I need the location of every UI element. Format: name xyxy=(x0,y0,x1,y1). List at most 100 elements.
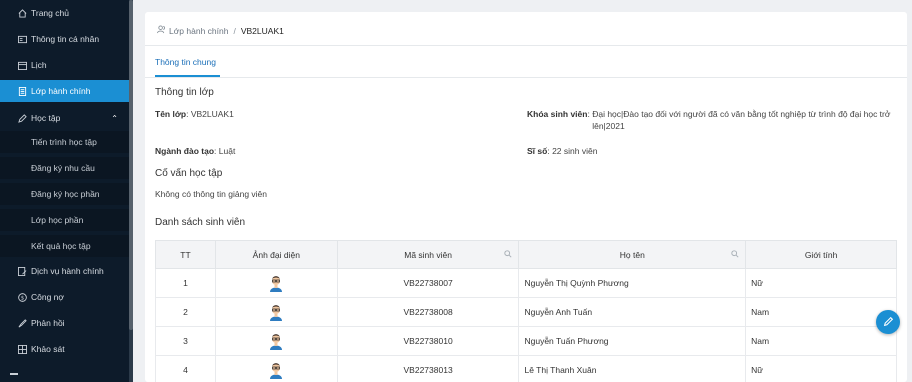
sidebar-subitem-label: Lớp học phần xyxy=(31,215,84,225)
sidebar-subitem-register[interactable]: Đăng ký học phần xyxy=(0,183,130,205)
id-card-icon xyxy=(16,35,28,44)
class-name-label: Tên lớp xyxy=(155,109,187,119)
cell-name: Nguyễn Thị Quỳnh Phương xyxy=(518,268,747,298)
avatar xyxy=(269,332,283,350)
sidebar-subitem-label: Kết quả học tập xyxy=(31,241,91,251)
pencil-icon xyxy=(883,316,894,329)
avatar xyxy=(269,274,283,292)
col-header-name: Họ tên xyxy=(518,240,747,269)
sidebar-subitem-course-class[interactable]: Lớp học phần xyxy=(0,209,130,231)
sidebar-scrollbar-thumb[interactable] xyxy=(129,0,133,330)
advisor-title: Cố vấn học tập xyxy=(155,168,223,179)
sidebar-subitem-label: Tiến trình học tập xyxy=(31,137,97,147)
major-value: Luật xyxy=(218,146,236,156)
table-row[interactable]: 1 VB22738007 Nguyễn Thị Quỳnh Phương Nữ xyxy=(155,268,897,298)
svg-text:$: $ xyxy=(20,295,23,301)
col-header-avatar: Ảnh đại diện xyxy=(214,240,338,269)
cell-gender: Nam xyxy=(745,326,897,356)
cell-student-id: VB22738013 xyxy=(336,355,520,382)
cell-no: 1 xyxy=(155,268,216,298)
divider xyxy=(145,45,907,46)
tab-general-info[interactable]: Thông tin chung xyxy=(155,57,216,67)
table-row[interactable]: 3 VB22738010 Nguyễn Tuấn Phương Nam xyxy=(155,326,897,356)
dollar-circle-icon: $ xyxy=(16,292,28,302)
breadcrumb: Lớp hành chính / VB2LUAK1 xyxy=(157,25,284,36)
sidebar-item-survey[interactable]: Khảo sát xyxy=(0,338,130,360)
size-label: Sĩ số xyxy=(527,146,548,156)
students-title: Danh sách sinh viên xyxy=(155,217,246,228)
avatar xyxy=(269,303,283,321)
breadcrumb-separator: / xyxy=(233,25,236,36)
sidebar-item-profile[interactable]: Thông tin cá nhân xyxy=(0,28,130,50)
sidebar-item-home[interactable]: Trang chủ xyxy=(0,2,130,24)
cell-avatar xyxy=(214,268,338,298)
sidebar-item-class[interactable]: Lớp hành chính xyxy=(0,80,130,102)
size-field: Sĩ số: 22 sinh viên xyxy=(527,145,597,157)
sidebar-item-feedback[interactable]: Phản hồi xyxy=(0,312,130,334)
cell-name: Lê Thị Thanh Xuân xyxy=(518,355,747,382)
sidebar-subitem-progress[interactable]: Tiến trình học tập xyxy=(0,131,130,153)
table-header-row: TT Ảnh đại diện Mã sinh viên Họ tên Giới… xyxy=(155,240,897,269)
course-field: Khóa sinh viên: Đại học|Đào tạo đối với … xyxy=(527,108,897,132)
colon: : xyxy=(587,109,590,119)
cell-avatar xyxy=(214,355,338,382)
main-panel: Lớp hành chính / VB2LUAK1 Thông tin chun… xyxy=(145,12,907,382)
cell-student-id: VB22738007 xyxy=(336,268,520,298)
colon: : xyxy=(186,109,189,119)
feedback-icon xyxy=(16,318,28,328)
search-icon[interactable] xyxy=(731,250,739,258)
colon: : xyxy=(547,146,550,156)
document-icon xyxy=(16,86,28,96)
students-table: TT Ảnh đại diện Mã sinh viên Họ tên Giới… xyxy=(155,240,897,382)
cell-avatar xyxy=(214,326,338,356)
avatar xyxy=(269,361,283,379)
sidebar: Trang chủ Thông tin cá nhân Lịch Lớp hàn… xyxy=(0,0,133,382)
colon: : xyxy=(214,146,217,156)
home-icon xyxy=(16,8,28,18)
table-row[interactable]: 4 VB22738013 Lê Thị Thanh Xuân Nữ xyxy=(155,355,897,382)
cell-avatar xyxy=(214,297,338,327)
sidebar-item-label: Thông tin cá nhân xyxy=(31,34,100,44)
cell-gender: Nam xyxy=(745,297,897,327)
grid-icon xyxy=(16,344,28,354)
breadcrumb-current: VB2LUAK1 xyxy=(240,25,284,36)
sidebar-item-debt[interactable]: $ Công nợ xyxy=(0,286,130,308)
class-name-value: VB2LUAK1 xyxy=(190,109,234,119)
sidebar-subitem-results[interactable]: Kết quả học tập xyxy=(0,235,130,257)
class-info-title: Thông tin lớp xyxy=(155,87,214,98)
edit-fab-button[interactable] xyxy=(876,310,900,334)
size-value: 22 sinh viên xyxy=(552,146,598,156)
cell-student-id: VB22738008 xyxy=(336,297,520,327)
cell-name: Nguyễn Anh Tuấn xyxy=(518,297,747,327)
course-label: Khóa sinh viên xyxy=(527,109,588,119)
sidebar-item-label: Công nợ xyxy=(31,292,64,302)
cell-gender: Nữ xyxy=(745,268,897,298)
sidebar-item-label: Dịch vụ hành chính xyxy=(31,266,104,276)
pen-icon xyxy=(16,113,28,123)
major-field: Ngành đào tạo: Luật xyxy=(155,145,235,157)
cell-gender: Nữ xyxy=(745,355,897,382)
col-header-gender: Giới tính xyxy=(745,240,897,269)
cell-no: 3 xyxy=(155,326,216,356)
table-row[interactable]: 2 VB22738008 Nguyễn Anh Tuấn Nam xyxy=(155,297,897,327)
sidebar-item-study[interactable]: Học tập ⌃ xyxy=(0,107,130,129)
sidebar-item-label: Lịch xyxy=(31,60,47,70)
sidebar-item-label: Trang chủ xyxy=(31,8,69,18)
divider xyxy=(145,77,907,78)
col-header-id-label: Mã sinh viên xyxy=(404,249,452,260)
cell-no: 2 xyxy=(155,297,216,327)
sidebar-subitem-label: Đăng ký học phần xyxy=(31,189,100,199)
sidebar-subitem-demand[interactable]: Đăng ký nhu cầu xyxy=(0,157,130,179)
edit-doc-icon xyxy=(16,266,28,276)
users-icon xyxy=(157,25,166,36)
col-header-no: TT xyxy=(155,240,216,269)
major-label: Ngành đào tạo xyxy=(155,146,215,156)
chevron-up-icon[interactable]: ⌃ xyxy=(111,114,118,123)
sidebar-item-services[interactable]: Dịch vụ hành chính xyxy=(0,260,130,282)
sidebar-item-calendar[interactable]: Lịch xyxy=(0,54,130,76)
course-value-line2: lên|2021 xyxy=(592,121,625,131)
breadcrumb-parent[interactable]: Lớp hành chính xyxy=(169,26,228,36)
menu-icon[interactable] xyxy=(10,373,18,375)
search-icon[interactable] xyxy=(504,250,513,258)
sidebar-item-label: Học tập xyxy=(31,113,61,123)
